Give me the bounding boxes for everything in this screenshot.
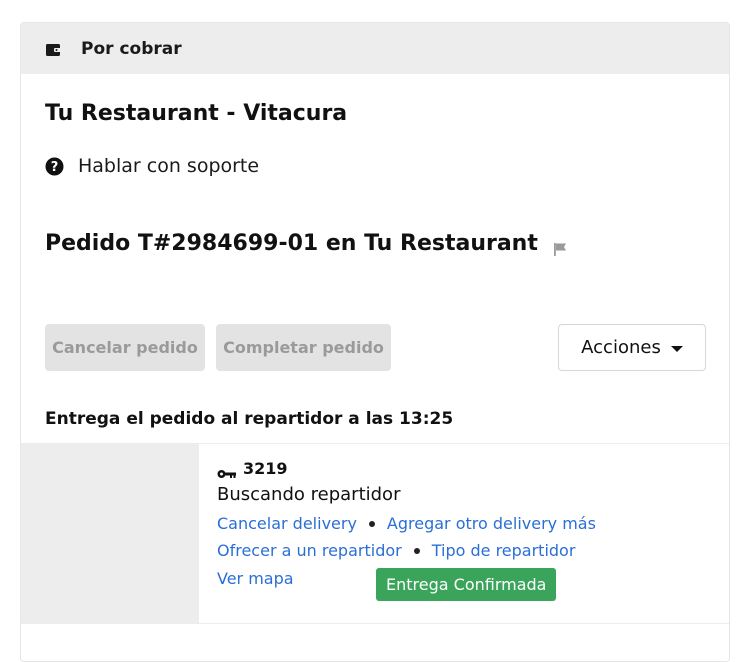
key-icon: [217, 464, 236, 478]
question-circle-icon: ?: [45, 157, 64, 176]
order-title: Pedido T#2984699-01 en Tu Restaurant: [45, 231, 568, 256]
cancel-delivery-link[interactable]: Cancelar delivery: [217, 514, 357, 533]
delivery-confirmed-badge: Entrega Confirmada: [376, 568, 557, 601]
rider-type-link[interactable]: Tipo de repartidor: [432, 541, 576, 560]
flag-icon[interactable]: [553, 238, 568, 256]
offer-rider-link[interactable]: Ofrecer a un repartidor: [217, 541, 402, 560]
actions-dropdown-button[interactable]: Acciones: [558, 324, 706, 371]
caret-down-icon: [670, 346, 683, 352]
cancel-order-button[interactable]: Cancelar pedido: [45, 324, 205, 371]
add-delivery-link[interactable]: Agregar otro delivery más: [387, 514, 596, 533]
support-link[interactable]: ? Hablar con soporte: [45, 155, 259, 177]
svg-text:?: ?: [51, 160, 59, 175]
delivery-links-row-3: Ver mapa: [217, 569, 294, 588]
actions-label: Acciones: [581, 337, 661, 358]
restaurant-name: Tu Restaurant - Vitacura: [45, 101, 348, 126]
separator-dot: [413, 547, 420, 554]
delivery-code: 3219: [243, 459, 288, 478]
support-label: Hablar con soporte: [78, 155, 260, 177]
panel-header: Por cobrar: [21, 23, 729, 74]
complete-order-button[interactable]: Completar pedido: [216, 324, 391, 371]
delivery-links-row-1: Cancelar delivery Agregar otro delivery …: [217, 514, 596, 533]
delivery-status: Buscando repartidor: [217, 484, 401, 505]
wallet-icon: [46, 42, 62, 56]
panel-title: Por cobrar: [81, 38, 182, 59]
view-map-link[interactable]: Ver mapa: [217, 569, 294, 588]
delivery-time-text: Entrega el pedido al repartidor a las 13…: [45, 409, 454, 429]
order-title-text: Pedido T#2984699-01 en Tu Restaurant: [45, 231, 538, 256]
separator-dot: [368, 520, 375, 527]
order-panel: Por cobrar Tu Restaurant - Vitacura ? Ha…: [20, 22, 730, 662]
map-thumbnail: [21, 444, 199, 623]
divider: [21, 623, 729, 624]
delivery-code-row: 3219: [217, 459, 400, 478]
delivery-links-row-2: Ofrecer a un repartidor Tipo de repartid…: [217, 541, 575, 560]
delivery-info: 3219 Buscando repartidor: [217, 459, 400, 505]
